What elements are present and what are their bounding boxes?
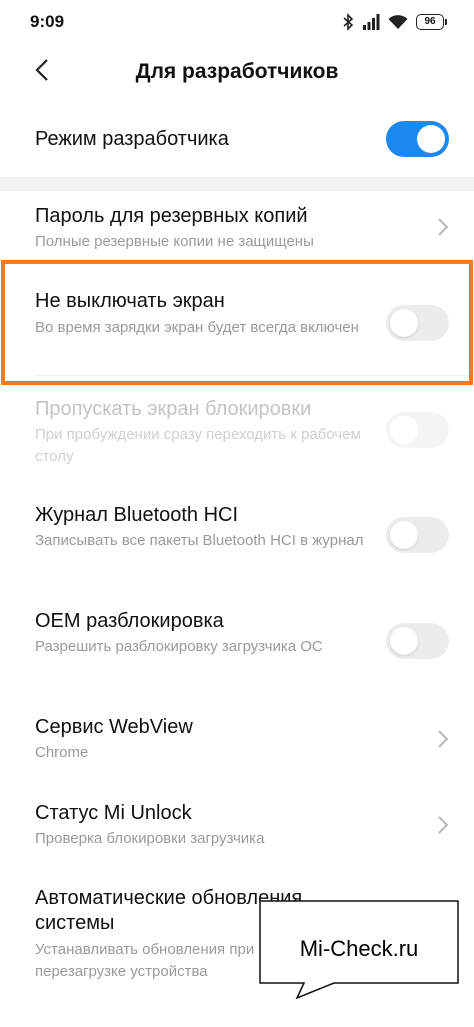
row-title: Режим разработчика [35, 128, 229, 150]
page-title: Для разработчиков [135, 60, 339, 83]
row-title: Пароль для резервных копий [35, 205, 308, 227]
row-subtitle: Записывать все пакеты Bluetooth HCI в жу… [35, 532, 364, 549]
row-subtitle: Проверка блокировки загрузчика [35, 830, 265, 847]
row-subtitle: Полные резервные копии не защищены [35, 233, 314, 250]
chevron-right-icon [438, 816, 449, 834]
toggle-knob [390, 416, 418, 444]
bluetooth-hci-toggle[interactable] [386, 517, 449, 553]
row-skip-lock-screen[interactable]: Пропускать экран блокировки При пробужде… [0, 385, 474, 489]
header: Для разработчиков [0, 44, 474, 100]
row-subtitle: Устанавливать обновления при перезагрузк… [35, 941, 255, 980]
row-oem-unlock[interactable]: OEM разблокировка Разрешить разблокировк… [0, 595, 474, 701]
row-bluetooth-hci[interactable]: Журнал Bluetooth HCI Записывать все паке… [0, 489, 474, 595]
status-bar: 9:09 96 [0, 0, 474, 44]
row-subtitle: Chrome [35, 744, 89, 761]
row-developer-mode[interactable]: Режим разработчика [0, 100, 474, 177]
row-separator [35, 375, 473, 376]
row-subtitle: Во время зарядки экран будет всегда вклю… [35, 319, 359, 336]
row-mi-unlock-status[interactable]: Статус Mi Unlock Проверка блокировки заг… [0, 787, 474, 873]
toggle-knob [417, 125, 445, 153]
row-webview-service[interactable]: Сервис WebView Chrome [0, 701, 474, 787]
row-title: Не выключать экран [35, 290, 225, 312]
section-divider [0, 177, 474, 191]
watermark-bubble: Mi-Check.ru [259, 900, 459, 1000]
row-title: Журнал Bluetooth HCI [35, 504, 239, 526]
status-time: 9:09 [30, 12, 65, 31]
battery-icon: 96 [416, 14, 447, 30]
row-subtitle: При пробуждении сразу переходить к рабоч… [35, 426, 361, 465]
watermark-text: Mi-Check.ru [299, 936, 419, 961]
developer-mode-toggle[interactable] [386, 121, 449, 157]
row-stay-awake[interactable]: Не выключать экран Во время зарядки экра… [0, 260, 474, 385]
row-subtitle: Разрешить разблокировку загрузчика ОС [35, 638, 323, 655]
chevron-right-icon [438, 730, 449, 748]
skip-lock-screen-toggle[interactable] [386, 412, 449, 448]
toggle-knob [390, 627, 418, 655]
toggle-knob [390, 521, 418, 549]
bluetooth-icon [343, 13, 354, 31]
row-backup-password[interactable]: Пароль для резервных копий Полные резерв… [0, 191, 474, 260]
stay-awake-toggle[interactable] [386, 305, 449, 341]
toggle-knob [390, 309, 418, 337]
oem-unlock-toggle[interactable] [386, 623, 449, 659]
wifi-icon [388, 14, 408, 30]
row-title: Пропускать экран блокировки [35, 398, 312, 420]
row-title: Сервис WebView [35, 716, 193, 738]
row-title: OEM разблокировка [35, 610, 224, 632]
row-title: Статус Mi Unlock [35, 802, 192, 824]
chevron-right-icon [438, 218, 449, 236]
status-icons: 96 [343, 12, 447, 32]
signal-icon [362, 14, 380, 30]
